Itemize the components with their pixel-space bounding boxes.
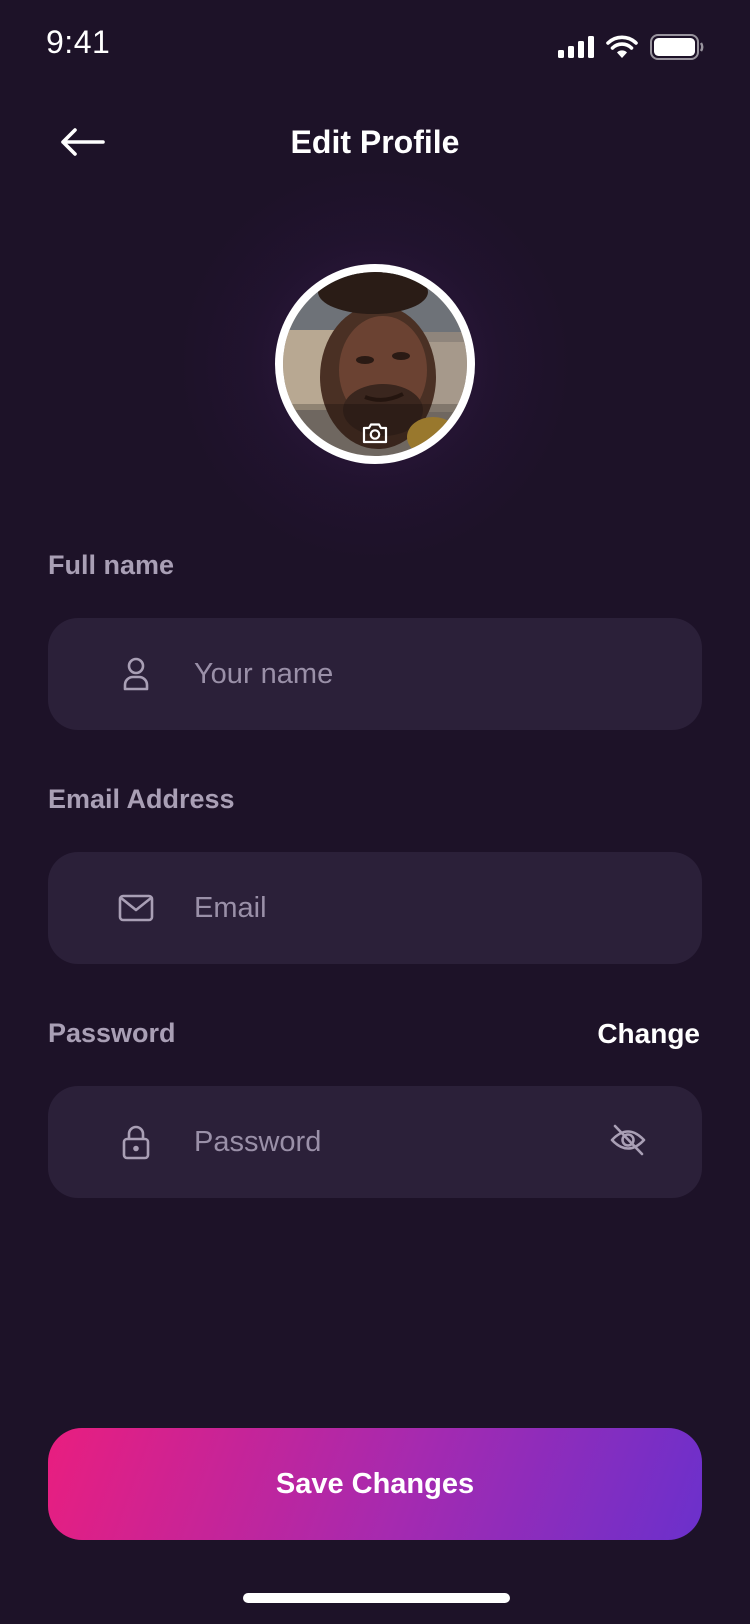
password-field[interactable] <box>48 1086 702 1198</box>
full-name-input[interactable] <box>194 618 702 730</box>
user-icon <box>106 657 166 691</box>
email-field[interactable] <box>48 852 702 964</box>
status-time: 9:41 <box>46 24 111 60</box>
change-password-link[interactable]: Change <box>597 1018 700 1050</box>
avatar-picker[interactable] <box>275 264 475 464</box>
email-label: Email Address <box>48 784 235 814</box>
status-icons <box>558 33 704 65</box>
mail-icon <box>106 894 166 922</box>
eye-off-icon <box>609 1123 647 1162</box>
password-visibility-toggle[interactable] <box>598 1112 658 1172</box>
battery-icon <box>650 33 704 65</box>
avatar-photo <box>283 272 467 456</box>
signal-icon <box>558 35 594 63</box>
save-changes-button[interactable]: Save Changes <box>48 1428 702 1540</box>
home-indicator <box>243 1593 510 1603</box>
password-input[interactable] <box>194 1086 598 1198</box>
camera-icon <box>362 422 388 444</box>
email-input[interactable] <box>194 852 702 964</box>
full-name-label: Full name <box>48 550 175 580</box>
page-title: Edit Profile <box>290 124 460 160</box>
camera-badge[interactable] <box>283 410 467 456</box>
lock-icon <box>106 1124 166 1160</box>
full-name-field[interactable] <box>48 618 702 730</box>
wifi-icon <box>606 35 638 64</box>
password-label: Password <box>48 1018 176 1048</box>
edit-profile-screen: 9:41 Edit Profile Full name Your name Em… <box>0 0 750 1624</box>
